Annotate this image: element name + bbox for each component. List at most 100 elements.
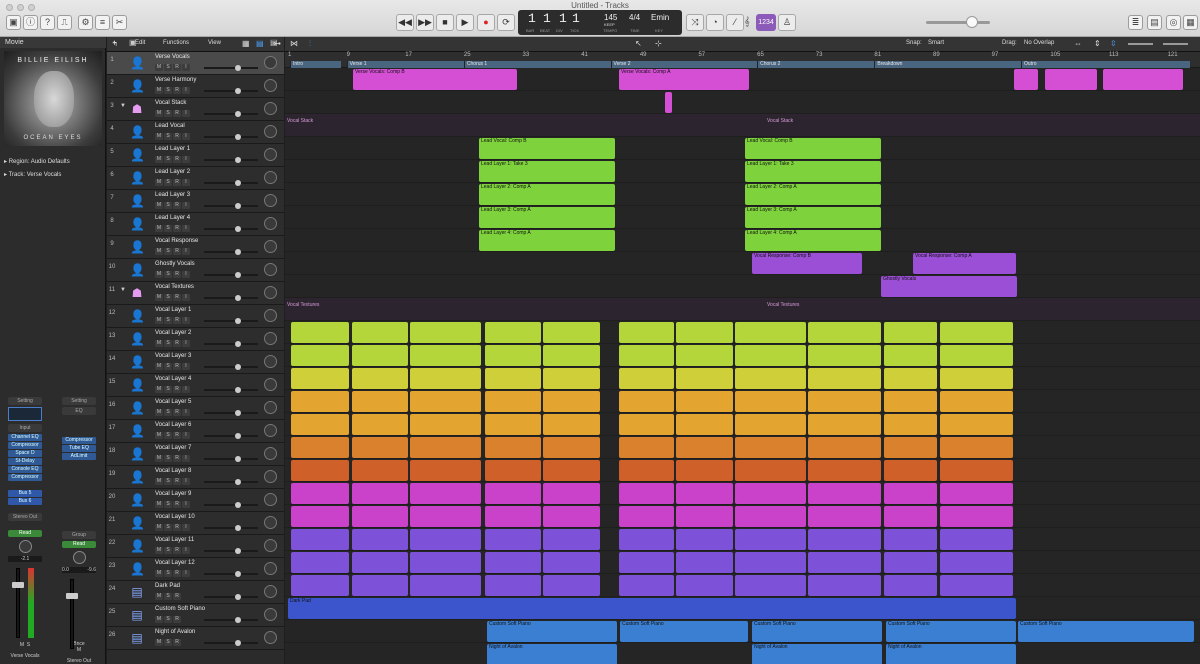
- solo-button[interactable]: S: [164, 317, 172, 324]
- list-editors-icon[interactable]: ≣: [1128, 15, 1143, 30]
- region[interactable]: Night of Avalon: [487, 644, 617, 664]
- region[interactable]: [352, 345, 408, 366]
- track-name[interactable]: Lead Vocal: [155, 123, 185, 129]
- solo-button[interactable]: S: [164, 156, 172, 163]
- track-name[interactable]: Custom Soft Piano: [155, 606, 205, 612]
- mute-button[interactable]: M: [155, 248, 163, 255]
- region[interactable]: [808, 552, 881, 573]
- region[interactable]: [543, 460, 600, 481]
- region[interactable]: Lead Layer 2: Comp A: [745, 184, 881, 205]
- solo-button[interactable]: S: [164, 386, 172, 393]
- region[interactable]: [676, 437, 733, 458]
- region[interactable]: [543, 414, 600, 435]
- track-lane[interactable]: [285, 91, 1200, 114]
- track-volume-slider[interactable]: [204, 113, 258, 115]
- track-header[interactable]: 17 👤 Vocal Layer 6 MSRI: [107, 420, 284, 443]
- track-pan-knob[interactable]: [264, 493, 277, 506]
- region[interactable]: [751, 529, 806, 550]
- ruler[interactable]: 1 9 17 25 33 41 49 57 65 73 81 89 97 105 113 121 Intro Ve…: [285, 52, 1200, 68]
- track-header[interactable]: 21 👤 Vocal Layer 10 M S R I: [107, 512, 284, 535]
- track-header[interactable]: 12 👤 Vocal Layer 1 MSRI: [107, 305, 284, 328]
- region[interactable]: [619, 345, 674, 366]
- region[interactable]: [291, 368, 349, 389]
- region[interactable]: [940, 391, 1013, 412]
- track-pan-knob[interactable]: [264, 355, 277, 368]
- arrangement-marker[interactable]: Breakdown: [874, 61, 1021, 68]
- mute-button[interactable]: M: [155, 501, 163, 508]
- track-lane[interactable]: [285, 390, 1200, 413]
- record-enable-button[interactable]: R: [173, 179, 181, 186]
- region[interactable]: [291, 483, 349, 504]
- editors-icon[interactable]: ≡: [95, 15, 110, 30]
- input-monitor-button[interactable]: I: [182, 64, 190, 71]
- region[interactable]: Custom Soft Piano: [886, 621, 1016, 642]
- loop-browser-icon[interactable]: ◎: [1166, 15, 1181, 30]
- record-enable-button[interactable]: R: [173, 547, 181, 554]
- track-volume-slider[interactable]: [204, 251, 258, 253]
- record-enable-button[interactable]: R: [173, 156, 181, 163]
- volume-fader-knob[interactable]: [12, 582, 24, 588]
- input-monitor-button[interactable]: I: [182, 202, 190, 209]
- region[interactable]: [352, 414, 408, 435]
- region[interactable]: [291, 437, 349, 458]
- track-header[interactable]: 10 👤 Ghostly Vocals M S R I: [107, 259, 284, 282]
- input-monitor-button[interactable]: I: [182, 110, 190, 117]
- track-pan-knob[interactable]: [264, 217, 277, 230]
- input-monitor-button[interactable]: I: [182, 179, 190, 186]
- solo-button[interactable]: S: [164, 547, 172, 554]
- region[interactable]: [1014, 69, 1038, 90]
- region[interactable]: [619, 460, 674, 481]
- region[interactable]: [808, 322, 881, 343]
- record-enable-button[interactable]: R: [173, 133, 181, 140]
- region[interactable]: [291, 552, 349, 573]
- region[interactable]: [619, 437, 674, 458]
- crosshair-tool-icon[interactable]: ⊹: [655, 39, 662, 48]
- track-pan-knob[interactable]: [264, 631, 277, 644]
- input-monitor-button[interactable]: I: [182, 294, 190, 301]
- mute-button[interactable]: M: [155, 455, 163, 462]
- record-enable-button[interactable]: R: [173, 202, 181, 209]
- region[interactable]: [485, 506, 541, 527]
- track-volume-knob[interactable]: [235, 226, 241, 232]
- region[interactable]: [676, 529, 733, 550]
- region[interactable]: [751, 391, 806, 412]
- track-volume-knob[interactable]: [235, 456, 241, 462]
- region[interactable]: [940, 414, 1013, 435]
- plugin-slot[interactable]: Tube EQ: [62, 445, 96, 452]
- record-enable-button[interactable]: R: [173, 340, 181, 347]
- track-lane[interactable]: [285, 436, 1200, 459]
- arrangement-marker[interactable]: Chorus 1: [463, 61, 611, 68]
- track-lane[interactable]: [285, 574, 1200, 597]
- plugin-slot[interactable]: AdLimit: [62, 453, 96, 460]
- track-header[interactable]: 25 ▤ Custom Soft Piano M S R: [107, 604, 284, 627]
- track-lane[interactable]: [285, 321, 1200, 344]
- arrange-area[interactable]: Verse Vocals: Comp B Verse Vocals: Comp A…: [285, 52, 1200, 664]
- region[interactable]: [808, 483, 881, 504]
- track-pan-knob[interactable]: [264, 148, 277, 161]
- region[interactable]: [619, 322, 674, 343]
- input-monitor-button[interactable]: I: [182, 524, 190, 531]
- track-volume-knob[interactable]: [235, 203, 241, 209]
- track-volume-slider[interactable]: [204, 67, 258, 69]
- mute-button[interactable]: M: [155, 478, 163, 485]
- plugin-slot[interactable]: Space D: [8, 450, 42, 457]
- track-header[interactable]: 14 👤 Vocal Layer 3 MSRI: [107, 351, 284, 374]
- mute-button[interactable]: M: [155, 64, 163, 71]
- track-volume-knob[interactable]: [235, 617, 241, 623]
- automation-read-button[interactable]: Read: [8, 530, 42, 537]
- master-volume-slider[interactable]: [926, 21, 990, 24]
- track-header[interactable]: 15 👤 Vocal Layer 4 MSRI: [107, 374, 284, 397]
- track-header[interactable]: 23 👤 Vocal Layer 12 M S R I: [107, 558, 284, 581]
- vertical-zoom-icon[interactable]: ⇕: [1094, 39, 1101, 48]
- region[interactable]: [543, 437, 600, 458]
- track-name[interactable]: Ghostly Vocals: [155, 261, 195, 267]
- region[interactable]: [619, 506, 674, 527]
- input-monitor-button[interactable]: I: [182, 248, 190, 255]
- track-name[interactable]: Vocal Layer 12: [155, 560, 195, 566]
- solo-button[interactable]: S: [164, 455, 172, 462]
- lcd-display[interactable]: 1 1 1 1 BAR BEAT DIV TICK 145 KEEP TEMPO…: [518, 10, 682, 35]
- record-enable-button[interactable]: R: [173, 432, 181, 439]
- pointer-tool-icon[interactable]: ↖: [635, 39, 642, 48]
- region[interactable]: [485, 437, 541, 458]
- region[interactable]: [543, 322, 600, 343]
